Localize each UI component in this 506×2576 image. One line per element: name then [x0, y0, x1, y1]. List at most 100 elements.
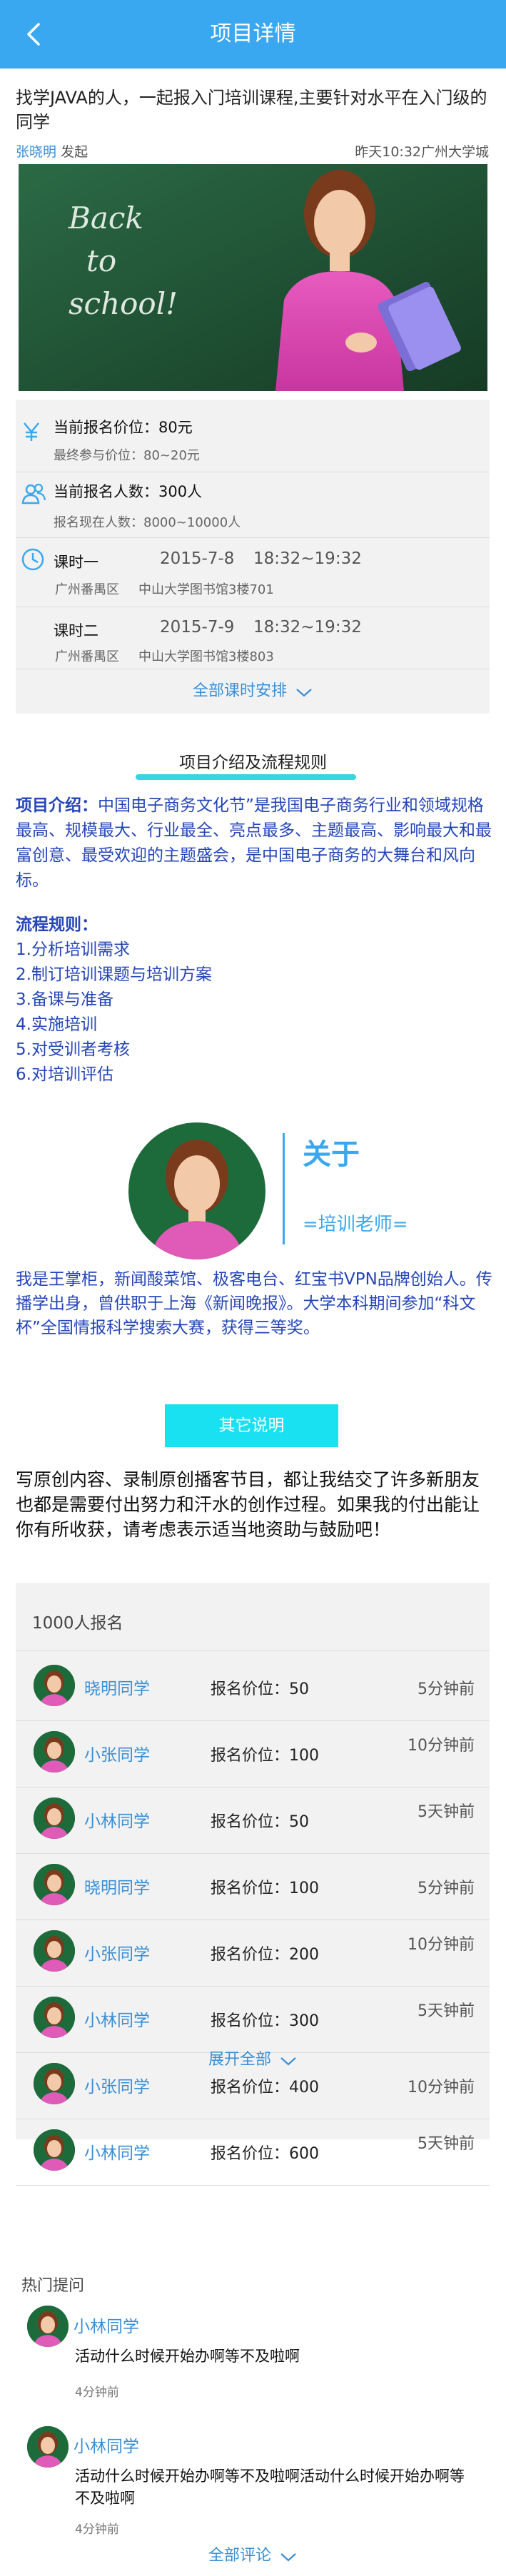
intro-label: 项目介绍： [16, 796, 98, 815]
enroll-price-label: 报名价位： [211, 2012, 290, 2030]
current-price: 当前报名价位：80元 [54, 419, 193, 436]
hero-chalk-1: Back [68, 201, 143, 235]
chevron-down-icon [280, 2552, 296, 2561]
all-lessons-link[interactable]: 全部课时安排 [0, 678, 506, 701]
avatar [34, 1731, 75, 1773]
enroll-price-label: 报名价位： [211, 2079, 290, 2096]
intro-section-title: 项目介绍及流程规则 [179, 754, 327, 772]
current-count: 当前报名人数：300人 [54, 483, 203, 500]
top-bar: 项目详情 [0, 0, 506, 69]
enroll-time: 5分钟前 [418, 1880, 475, 1897]
question-time: 4分钟前 [75, 2522, 119, 2537]
flow-item: 5.对受训者考核 [16, 1040, 130, 1059]
all-comments-link[interactable]: 全部评论 [0, 2542, 506, 2565]
hot-questions-title: 热门提问 [21, 2277, 85, 2295]
page-title: 项目详情 [210, 21, 296, 46]
course-title: 找学JAVA的人，一起报入门培训课程,主要针对水平在入门级的同学 [16, 88, 487, 132]
lesson-1-address: 中山大学图书馆3楼701 [138, 582, 274, 597]
lesson-2-name: 课时二 [54, 622, 98, 639]
chevron-down-icon [296, 688, 312, 696]
expand-all-link[interactable]: 展开全部 [0, 2047, 506, 2069]
lesson-2-time: 18:32~19:32 [253, 618, 362, 637]
flow-label: 流程规则： [16, 916, 98, 934]
enroll-user-name[interactable]: 小张同学 [84, 1940, 150, 1964]
enroll-time: 5天钟前 [418, 2135, 475, 2153]
about-title: 关于 [303, 1138, 360, 1171]
enroll-price-label: 报名价位： [211, 1813, 290, 1831]
other-notes-button[interactable]: 其它说明 [165, 1404, 338, 1447]
hero-chalk-3: school! [69, 286, 178, 321]
avatar [34, 1864, 75, 1905]
avatar [27, 2306, 69, 2347]
enroll-price-value: 50 [289, 1813, 310, 1831]
intro-paragraph: 项目介绍：中国电子商务文化节”是我国电子商务行业和领域规格最高、规模最大、行业最… [16, 793, 494, 893]
enroll-user-name[interactable]: 晓明同学 [84, 1675, 150, 1699]
enroll-price: 报名价位：50 [211, 1809, 309, 1832]
flow-item: 6.对培训评估 [16, 1065, 113, 1084]
question-user[interactable]: 小林同学 [74, 2313, 139, 2337]
question-user[interactable]: 小林同学 [74, 2433, 139, 2457]
enroll-price: 报名价位：100 [211, 1743, 319, 1765]
enroll-price: 报名价位：50 [211, 1676, 309, 1699]
enroll-price-value: 300 [289, 2012, 320, 2030]
teacher-photo [128, 1122, 265, 1259]
enroll-time: 10分钟前 [408, 2079, 475, 2096]
divider [16, 1787, 490, 1788]
about-subtitle: =培训老师= [303, 1214, 408, 1235]
enroll-price-value: 600 [289, 2145, 320, 2163]
enroll-price-value: 400 [289, 2079, 320, 2096]
clock-icon [21, 548, 44, 571]
author-link[interactable]: 张晓明 [16, 144, 56, 160]
section-underline [136, 774, 356, 780]
hero-chalk-2: to [86, 243, 116, 278]
enroll-user-name[interactable]: 小张同学 [84, 1741, 150, 1765]
lesson-1-date: 2015-7-8 [160, 549, 235, 568]
all-lessons-label: 全部课时安排 [192, 682, 287, 700]
enroll-time: 5天钟前 [418, 2002, 475, 2020]
enroll-price-value: 50 [289, 1680, 310, 1698]
enroll-price: 报名价位：600 [211, 2141, 319, 2164]
enroll-price: 报名价位：400 [211, 2074, 319, 2097]
enroll-user-name[interactable]: 小林同学 [84, 2139, 150, 2164]
divider [16, 1720, 490, 1721]
post-time-location: 昨天10:32广州大学城 [355, 144, 489, 160]
divider [16, 2185, 490, 2186]
teacher-bio: 我是王掌柜，新闻酸菜馆、极客电台、红宝书VPN品牌创始人。传播学出身，曾供职于上… [16, 1270, 492, 1337]
enroll-price-value: 100 [289, 1747, 320, 1765]
lesson-1-place: 广州番禺区 [55, 582, 119, 597]
chevron-down-icon [280, 2057, 296, 2065]
divider [16, 1853, 490, 1854]
question-time: 4分钟前 [75, 2385, 119, 2400]
count-range: 报名现在人数：8000~10000人 [54, 515, 241, 530]
avatar [34, 1930, 75, 1972]
enroll-count: 1000人报名 [32, 1614, 123, 1633]
flow-rules: 流程规则： 1.分析培训需求 2.制订培训课题与培训方案 3.备课与准备 4.实… [16, 913, 494, 1087]
question-text: 活动什么时候开始办啊等不及啦啊 [75, 2348, 300, 2365]
enroll-price: 报名价位：100 [211, 1875, 319, 1898]
author-suffix: 发起 [61, 144, 88, 160]
avatar [34, 2129, 75, 2171]
all-comments-label: 全部评论 [208, 2547, 271, 2565]
enroll-price-value: 100 [289, 1880, 320, 1897]
enroll-user-name[interactable]: 小林同学 [84, 1807, 150, 1832]
enroll-user-name[interactable]: 晓明同学 [84, 1874, 150, 1898]
enroll-price-label: 报名价位： [211, 1946, 290, 1964]
enroll-user-name[interactable]: 小张同学 [84, 2073, 150, 2097]
divider [16, 537, 490, 538]
hero-image: Back to school! [19, 164, 487, 391]
enroll-user-name[interactable]: 小林同学 [84, 2007, 150, 2031]
back-arrow-icon[interactable] [24, 21, 46, 47]
divider [16, 1650, 490, 1651]
lesson-2-place: 广州番禺区 [55, 649, 119, 664]
enroll-price-label: 报名价位： [211, 1680, 290, 1698]
enroll-price: 报名价位：200 [211, 1942, 319, 1964]
expand-all-label: 展开全部 [208, 2051, 271, 2069]
lesson-1-time: 18:32~19:32 [253, 549, 362, 568]
price-range: 最终参与价位：80~20元 [54, 448, 200, 463]
enroll-price-label: 报名价位： [211, 1880, 290, 1897]
avatar [34, 1997, 75, 2038]
flow-item: 2.制订培训课题与培训方案 [16, 965, 212, 984]
yen-icon [24, 422, 39, 441]
enroll-time: 5天钟前 [418, 1803, 475, 1821]
author-line: 张晓明 发起 [16, 141, 88, 161]
